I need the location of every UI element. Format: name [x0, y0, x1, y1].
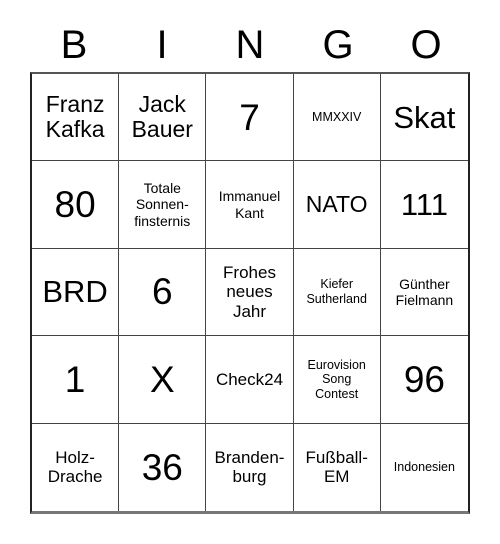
bingo-cell-text: Günther Fielmann	[395, 275, 454, 308]
bingo-grid: Franz Kafka Jack Bauer 7 MMXXIV Skat 80 …	[30, 72, 470, 514]
bingo-cell[interactable]: BRD	[32, 248, 120, 337]
bingo-cell-text: Skat	[393, 99, 456, 135]
bingo-header-letter-n: N	[235, 23, 265, 67]
bingo-cell-text: 7	[239, 96, 260, 138]
bingo-cell[interactable]: MMXXIV	[293, 74, 381, 162]
bingo-cell[interactable]: 6	[119, 248, 207, 337]
bingo-cell-text: Eurovision Song Contest	[307, 357, 366, 401]
bingo-cell-text: Branden- burg	[214, 448, 285, 487]
bingo-cell-text: Franz Kafka	[45, 91, 105, 143]
bingo-cell-text: 80	[54, 184, 96, 226]
bingo-card: B I N G O Franz Kafka Jack Bauer 7 MMXXI…	[0, 0, 500, 544]
bingo-cell-text: 6	[152, 271, 173, 313]
bingo-cell-text: Indonesien	[393, 460, 455, 475]
bingo-cell[interactable]: Indonesien	[380, 423, 468, 511]
bingo-cell[interactable]: NATO	[293, 161, 381, 249]
bingo-cell[interactable]: X	[119, 336, 207, 424]
bingo-cell[interactable]: Kiefer Sutherland	[293, 248, 381, 337]
bingo-header-row: B I N G O	[30, 22, 470, 72]
bingo-cell[interactable]: Frohes neues Jahr	[206, 248, 294, 337]
bingo-cell-text: Kiefer Sutherland	[306, 277, 367, 306]
bingo-cell[interactable]: Holz- Drache	[32, 423, 120, 511]
bingo-cell[interactable]: 36	[119, 423, 207, 511]
bingo-cell-text: BRD	[42, 274, 108, 310]
bingo-cell[interactable]: Totale Sonnen- finsternis	[119, 161, 207, 249]
bingo-header-letter-b: B	[60, 23, 88, 67]
bingo-cell[interactable]: Skat	[380, 74, 468, 162]
bingo-cell[interactable]: Immanuel Kant	[206, 161, 294, 249]
bingo-header-letter-o: O	[410, 23, 442, 67]
bingo-cell[interactable]: 96	[380, 336, 468, 424]
bingo-cell[interactable]: 80	[32, 161, 120, 249]
bingo-cell[interactable]: Franz Kafka	[32, 74, 120, 162]
bingo-cell-text: Holz- Drache	[47, 448, 103, 487]
bingo-cell[interactable]: Jack Bauer	[119, 74, 207, 162]
bingo-cell[interactable]: 7	[206, 74, 294, 162]
bingo-cell-text: MMXXIV	[312, 109, 362, 124]
bingo-cell[interactable]: 1	[32, 336, 120, 424]
bingo-cell-text: Frohes neues Jahr	[223, 263, 276, 321]
bingo-header-letter-i: I	[156, 23, 168, 67]
bingo-cell-text: Totale Sonnen- finsternis	[134, 180, 191, 229]
bingo-cell-text: Check24	[215, 369, 284, 389]
bingo-header-letter-g: G	[322, 23, 354, 67]
bingo-cell-text: Jack Bauer	[131, 91, 193, 143]
bingo-cell[interactable]: Branden- burg	[206, 423, 294, 511]
bingo-cell-text: 1	[64, 358, 86, 400]
bingo-cell[interactable]: Günther Fielmann	[380, 248, 468, 337]
bingo-cell-text: 36	[141, 446, 183, 488]
bingo-cell-text: 96	[403, 358, 445, 400]
bingo-cell[interactable]: Fußball- EM	[293, 423, 381, 511]
bingo-cell-text: X	[149, 358, 175, 400]
bingo-cell-text: Immanuel Kant	[218, 188, 281, 221]
bingo-cell[interactable]: Check24	[206, 336, 294, 424]
bingo-cell-text: 111	[400, 187, 448, 223]
bingo-cell-text: NATO	[305, 191, 368, 218]
bingo-cell[interactable]: 111	[380, 161, 468, 249]
bingo-cell-text: Fußball- EM	[305, 448, 368, 487]
bingo-cell[interactable]: Eurovision Song Contest	[293, 336, 381, 424]
